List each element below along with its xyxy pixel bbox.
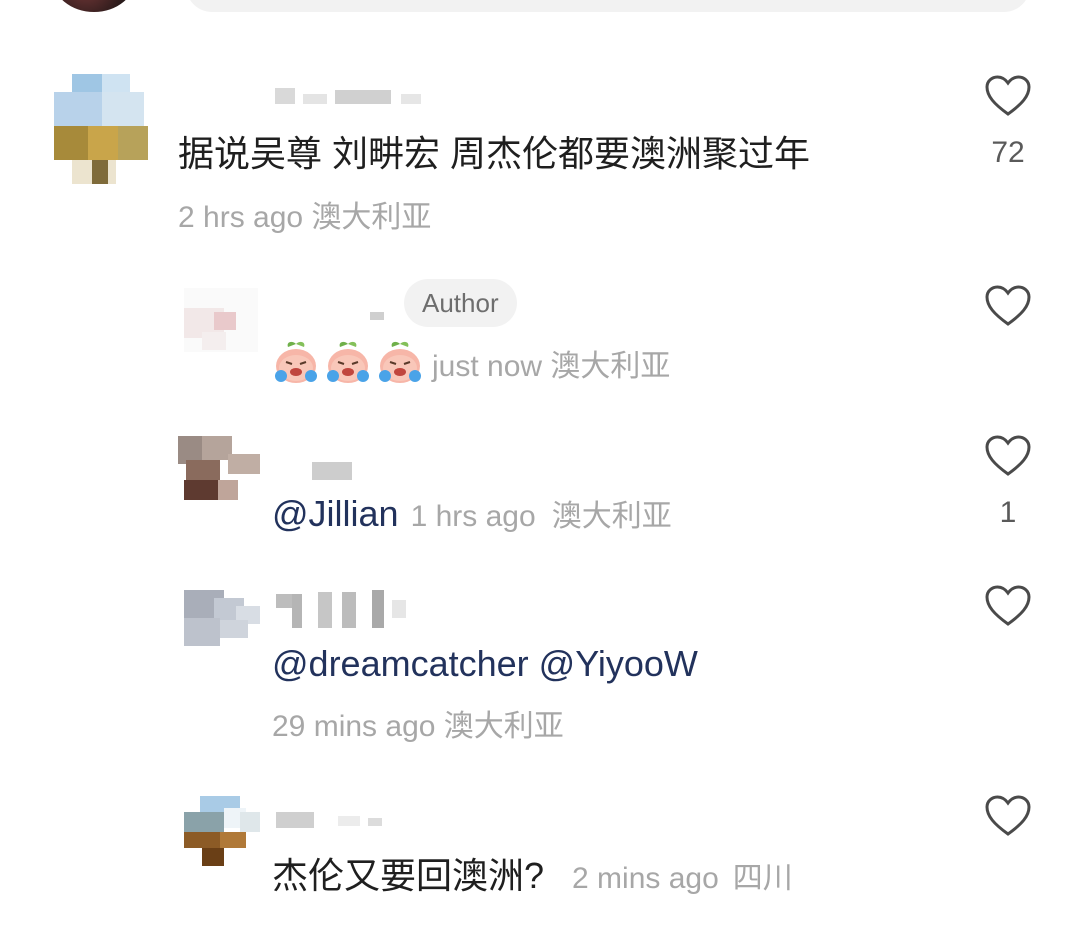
heart-outline-icon[interactable] <box>984 794 1032 838</box>
author-badge: Author <box>404 279 517 327</box>
comment-location: 澳大利亚 <box>311 201 432 234</box>
username[interactable] <box>276 590 416 630</box>
comment-time: just now <box>432 350 543 383</box>
like-count: 1 <box>999 496 1017 529</box>
comment-location: 四川 <box>732 862 793 895</box>
comment-text: 据说吴尊 刘畊宏 周杰伦都要澳洲聚过年 <box>178 133 811 174</box>
comment-meta: 29 mins ago 澳大利亚 <box>272 710 564 744</box>
avatar[interactable] <box>184 590 262 646</box>
crying-peach-emoji <box>379 341 421 383</box>
comment-input[interactable] <box>186 0 1030 12</box>
comment-meta: 2 hrs ago 澳大利亚 <box>178 201 431 235</box>
current-user-avatar[interactable] <box>52 0 136 12</box>
heart-outline-icon[interactable] <box>984 434 1032 478</box>
username[interactable] <box>312 462 352 480</box>
comment-time: 29 mins ago <box>272 710 436 743</box>
avatar[interactable] <box>178 436 260 500</box>
crying-peach-emoji <box>275 341 317 383</box>
like-count: 72 <box>991 136 1025 169</box>
heart-outline-icon[interactable] <box>984 584 1032 628</box>
heart-outline-icon[interactable] <box>984 74 1032 118</box>
comment-time: 2 hrs ago <box>178 201 304 234</box>
username[interactable] <box>370 306 390 322</box>
heart-outline-icon[interactable] <box>984 284 1032 328</box>
crying-peach-emoji <box>327 341 369 383</box>
mention-link[interactable]: @Jillian <box>272 493 399 534</box>
avatar[interactable] <box>184 288 258 352</box>
comment-meta: just now 澳大利亚 <box>432 350 670 384</box>
comment-time: 1 hrs ago <box>410 500 536 533</box>
comment-time: 2 mins ago <box>572 862 719 895</box>
avatar[interactable] <box>184 796 260 866</box>
username[interactable] <box>276 812 386 832</box>
comment-body: 杰伦又要回澳洲? <box>272 855 545 896</box>
comment-location: 澳大利亚 <box>551 500 672 533</box>
comment-text[interactable]: @dreamcatcher @YiyooW <box>272 644 698 684</box>
username[interactable] <box>275 88 435 108</box>
comment-text: @Jillian 1 hrs ago 澳大利亚 <box>272 494 672 537</box>
avatar[interactable] <box>54 72 150 184</box>
emoji-row <box>272 338 424 386</box>
comment-thread: 据说吴尊 刘畊宏 周杰伦都要澳洲聚过年 2 hrs ago 澳大利亚 72 Au… <box>0 0 1080 925</box>
comment-location: 澳大利亚 <box>550 350 671 383</box>
comment-location: 澳大利亚 <box>443 710 564 743</box>
comment-text: 杰伦又要回澳洲? 2 mins ago 四川 <box>272 856 793 899</box>
